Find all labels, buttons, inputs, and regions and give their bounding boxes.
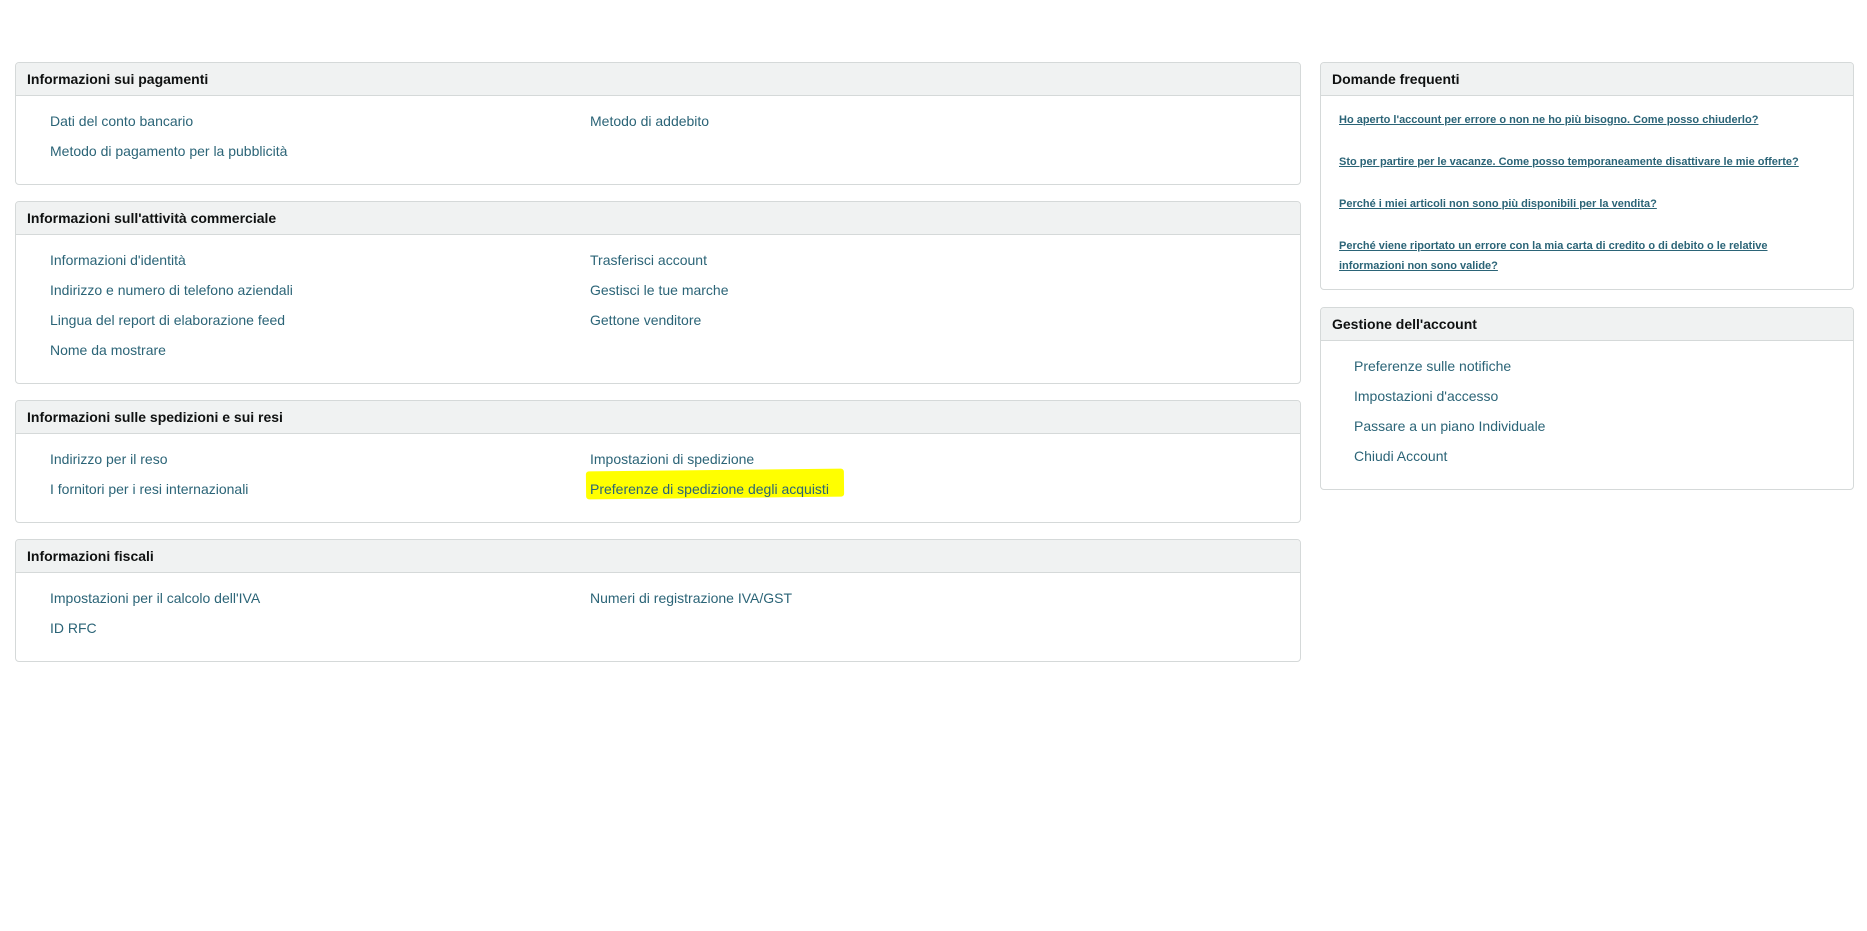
faq-panel-title: Domande frequenti — [1321, 63, 1853, 96]
transfer-account-link[interactable]: Trasferisci account — [590, 251, 707, 269]
account-panel-title: Gestione dell'account — [1321, 308, 1853, 341]
business-address-phone-link[interactable]: Indirizzo e numero di telefono aziendali — [50, 281, 293, 299]
payments-panel-title: Informazioni sui pagamenti — [16, 63, 1300, 96]
faq-link-card-error[interactable]: Perché viene riportato un errore con la … — [1339, 236, 1824, 276]
faq-link-listings-unavailable[interactable]: Perché i miei articoli non sono più disp… — [1339, 194, 1824, 214]
close-account-link[interactable]: Chiudi Account — [1354, 447, 1447, 465]
return-address-link[interactable]: Indirizzo per il reso — [50, 450, 168, 468]
business-panel: Informazioni sull'attività commerciale I… — [15, 201, 1301, 384]
manage-brands-link[interactable]: Gestisci le tue marche — [590, 281, 729, 299]
payments-panel: Informazioni sui pagamenti Dati del cont… — [15, 62, 1301, 185]
rfc-id-link[interactable]: ID RFC — [50, 619, 97, 637]
display-name-link[interactable]: Nome da mostrare — [50, 341, 166, 359]
vat-gst-registration-numbers-link[interactable]: Numeri di registrazione IVA/GST — [590, 589, 792, 607]
notification-preferences-link[interactable]: Preferenze sulle notifiche — [1354, 357, 1511, 375]
account-panel: Gestione dell'account Preferenze sulle n… — [1320, 307, 1854, 490]
tax-panel-title: Informazioni fiscali — [16, 540, 1300, 573]
feed-report-language-link[interactable]: Lingua del report di elaborazione feed — [50, 311, 285, 329]
advertising-payment-method-link[interactable]: Metodo di pagamento per la pubblicità — [50, 142, 287, 160]
charge-method-link[interactable]: Metodo di addebito — [590, 112, 709, 130]
tax-panel: Informazioni fiscali Impostazioni per il… — [15, 539, 1301, 662]
shipping-panel: Informazioni sulle spedizioni e sui resi… — [15, 400, 1301, 523]
switch-individual-plan-link[interactable]: Passare a un piano Individuale — [1354, 417, 1545, 435]
purchase-shipping-preferences-link[interactable]: Preferenze di spedizione degli acquisti — [590, 480, 829, 498]
shipping-panel-title: Informazioni sulle spedizioni e sui resi — [16, 401, 1300, 434]
faq-link-vacation[interactable]: Sto per partire per le vacanze. Come pos… — [1339, 152, 1824, 172]
page: Informazioni sui pagamenti Dati del cont… — [0, 0, 1867, 931]
login-settings-link[interactable]: Impostazioni d'accesso — [1354, 387, 1498, 405]
bank-account-link[interactable]: Dati del conto bancario — [50, 112, 193, 130]
identity-info-link[interactable]: Informazioni d'identità — [50, 251, 186, 269]
seller-token-link[interactable]: Gettone venditore — [590, 311, 701, 329]
faq-link-close-account[interactable]: Ho aperto l'account per errore o non ne … — [1339, 110, 1824, 130]
faq-panel: Domande frequenti Ho aperto l'account pe… — [1320, 62, 1854, 290]
international-returns-providers-link[interactable]: I fornitori per i resi internazionali — [50, 480, 248, 498]
vat-calculation-settings-link[interactable]: Impostazioni per il calcolo dell'IVA — [50, 589, 260, 607]
shipping-settings-link[interactable]: Impostazioni di spedizione — [590, 450, 754, 468]
business-panel-title: Informazioni sull'attività commerciale — [16, 202, 1300, 235]
